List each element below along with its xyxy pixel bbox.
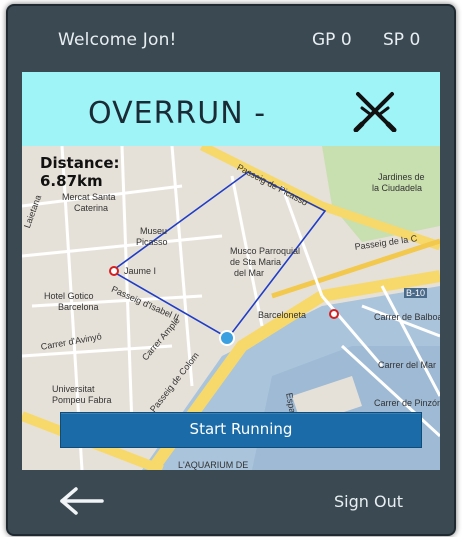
map-label: Hotel Gotico xyxy=(44,291,94,301)
map-label: Carrer de Balboa xyxy=(374,312,440,322)
bottom-bar: Sign Out xyxy=(22,470,440,530)
route-map[interactable]: Distance: 6.87km Mercat Santa Caterina M… xyxy=(22,146,440,470)
start-running-button[interactable]: Start Running xyxy=(60,412,422,448)
distance-value: 6.87km xyxy=(40,172,103,190)
map-label: Jaume I xyxy=(124,266,157,276)
sign-out-button[interactable]: Sign Out xyxy=(334,492,403,511)
map-label: la Ciudadela xyxy=(372,183,423,193)
map-label: Musco Parroquial xyxy=(230,246,301,256)
map-label: Universitat xyxy=(52,384,95,394)
back-arrow-icon[interactable] xyxy=(58,486,104,516)
map-label: de Sta Maria xyxy=(230,257,282,267)
app-window: Welcome Jon! GP 0 SP 0 OVERRUN - Distanc… xyxy=(6,4,456,536)
sp-counter: SP 0 xyxy=(383,30,421,50)
crossed-swords-icon xyxy=(353,92,397,132)
app-title: OVERRUN - xyxy=(88,96,267,131)
map-label: del Mar xyxy=(234,268,265,278)
map-label: Jardines de xyxy=(378,172,425,182)
map-label: Barcelona xyxy=(58,302,99,312)
map-label: Mercat Santa xyxy=(62,192,116,202)
map-label: Carrer del Mar xyxy=(378,360,437,370)
map-label: Museu xyxy=(140,226,168,236)
top-bar: Welcome Jon! GP 0 SP 0 xyxy=(22,10,440,72)
map-label: L'AQUARIUM DE xyxy=(178,460,249,470)
map-label: Pompeu Fabra xyxy=(52,395,112,405)
map-label: Picasso xyxy=(136,237,168,247)
distance-label: Distance: xyxy=(40,154,120,172)
gp-counter: GP 0 xyxy=(312,30,352,50)
map-label: Barceloneta xyxy=(258,310,307,320)
map-label: Caterina xyxy=(74,203,109,213)
map-label: B-10 xyxy=(404,288,428,298)
map-label: Carrer de Pinzón xyxy=(374,398,440,408)
title-banner: OVERRUN - xyxy=(22,72,440,146)
welcome-text: Welcome Jon! xyxy=(58,30,177,50)
